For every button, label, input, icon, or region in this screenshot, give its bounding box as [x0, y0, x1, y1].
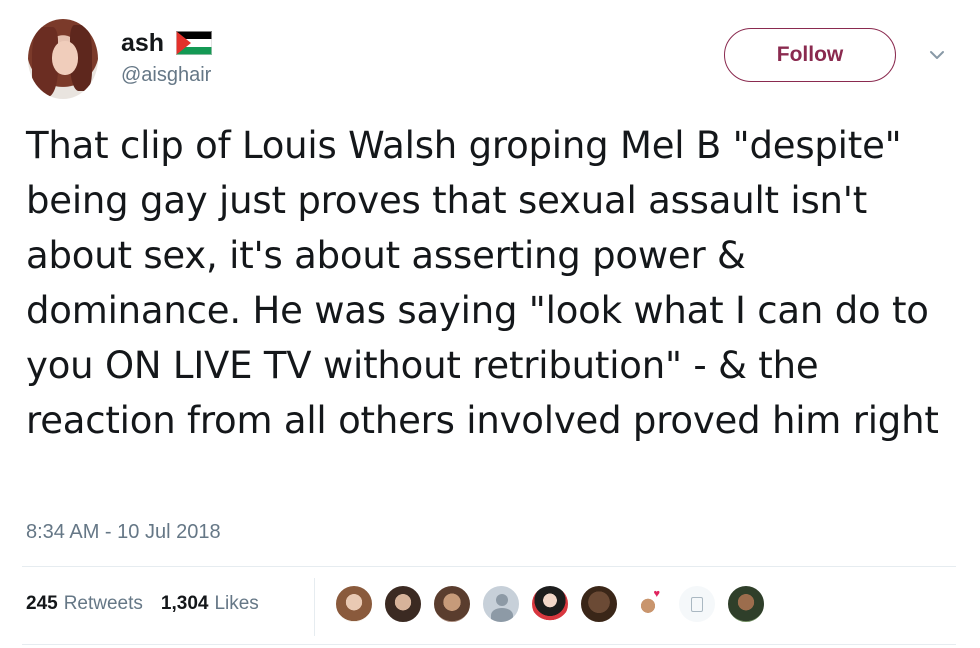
tweet-stats: 245 Retweets 1,304 Likes [26, 593, 277, 615]
divider [22, 644, 956, 645]
palestine-flag-icon [176, 31, 213, 55]
liker-avatar[interactable] [579, 584, 619, 624]
liker-avatar[interactable] [628, 584, 668, 624]
avatar-face [52, 41, 78, 75]
avatar[interactable] [28, 19, 98, 99]
name-row: ash [121, 30, 213, 56]
liker-avatar[interactable] [726, 584, 766, 624]
retweets-count: 245 [26, 593, 58, 614]
liker-avatar[interactable] [334, 584, 374, 624]
likes-count: 1,304 [160, 593, 209, 614]
liker-avatar[interactable] [677, 584, 717, 624]
tweet-text: That clip of Louis Walsh groping Mel B "… [26, 124, 939, 442]
follow-button[interactable]: Follow [724, 28, 896, 82]
liker-avatar[interactable] [383, 584, 423, 624]
liker-avatar[interactable] [432, 584, 472, 624]
display-name[interactable]: ash [121, 30, 164, 56]
divider [22, 566, 956, 567]
stats-separator [314, 578, 315, 636]
likes-label: Likes [214, 593, 259, 614]
user-handle[interactable]: @aisghair [121, 64, 211, 87]
retweets-stat[interactable]: 245 Retweets [26, 593, 143, 615]
document-icon [691, 596, 703, 612]
retweets-label: Retweets [63, 593, 143, 614]
tweet-card: ash @aisghair Follow That clip of Louis … [0, 0, 980, 648]
tweet-timestamp[interactable]: 8:34 AM - 10 Jul 2018 [26, 521, 221, 544]
chevron-down-icon[interactable] [928, 48, 946, 62]
liker-avatar[interactable] [530, 584, 570, 624]
liker-avatars [334, 584, 775, 624]
likes-stat[interactable]: 1,304 Likes [161, 593, 259, 615]
default-avatar-icon[interactable] [481, 584, 521, 624]
